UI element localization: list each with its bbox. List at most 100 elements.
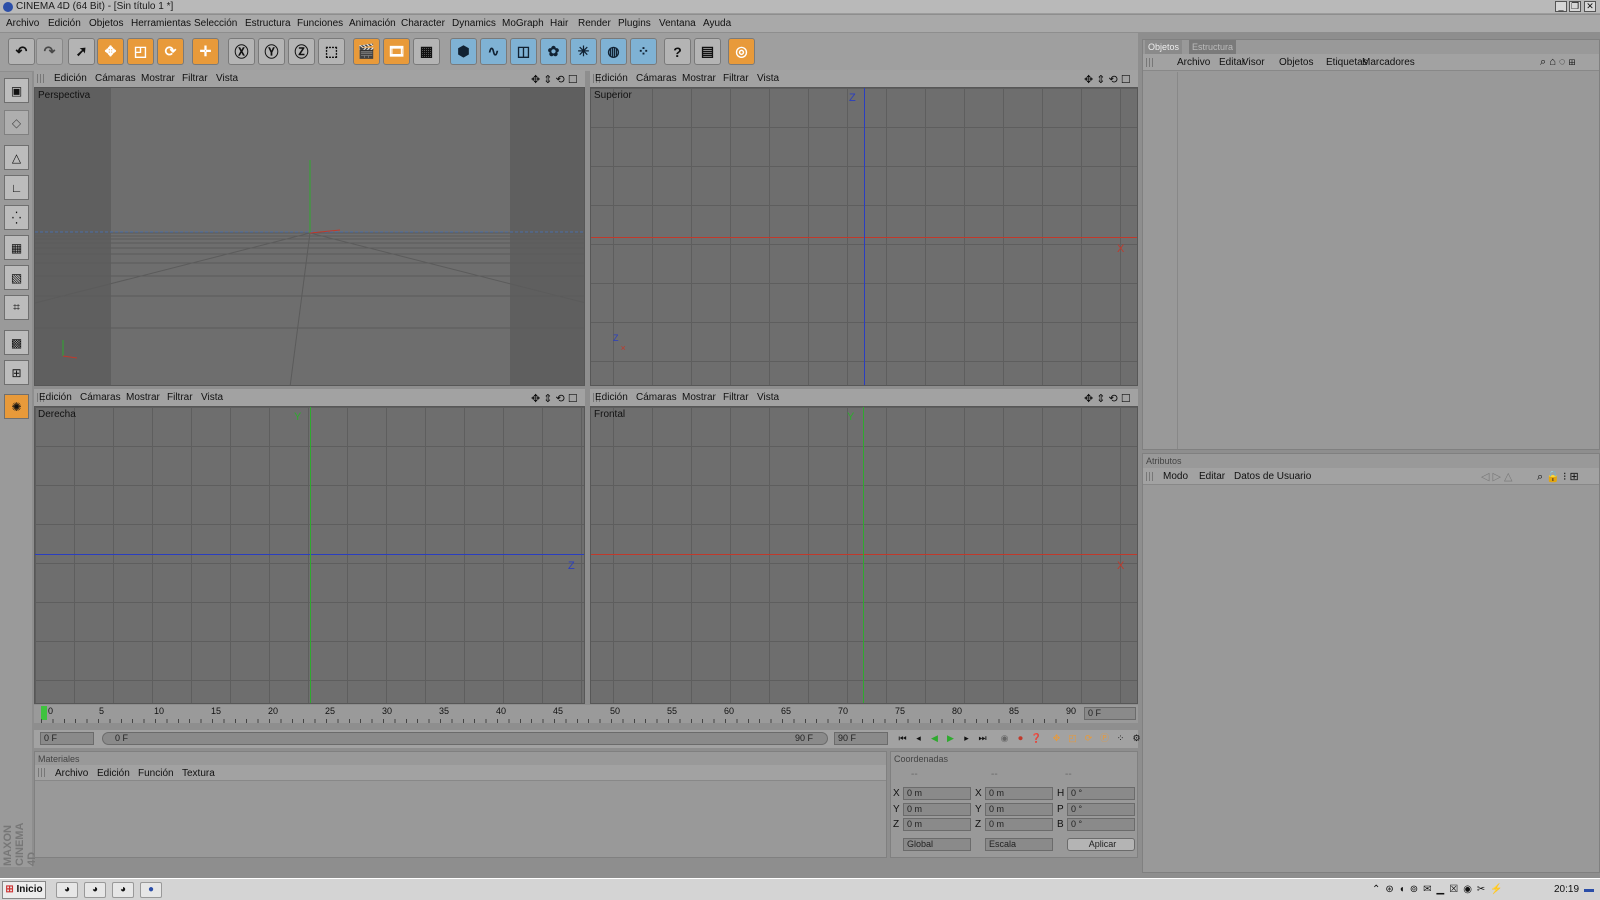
end-frame-field[interactable]: 90 F: [834, 732, 888, 745]
render-picture-viewer-icon[interactable]: 🎞: [383, 38, 410, 65]
scale-icon[interactable]: ◰: [127, 38, 154, 65]
help-icon[interactable]: ?: [664, 38, 691, 65]
obj-menu-marcadores[interactable]: Marcadores: [1362, 57, 1415, 68]
autokey-icon[interactable]: ❓: [1030, 732, 1043, 745]
viewport-front[interactable]: X Y Frontal: [590, 406, 1138, 704]
object-mode-icon[interactable]: △: [4, 145, 29, 170]
workplane-icon[interactable]: ▩: [4, 330, 29, 355]
menu-seleccion[interactable]: Selección: [194, 18, 237, 29]
attr-menu-datos-usuario[interactable]: Datos de Usuario: [1234, 471, 1311, 482]
viewport-perspective[interactable]: Perspectiva: [34, 87, 585, 386]
minimize-icon[interactable]: _: [1555, 1, 1567, 12]
tab-estructura[interactable]: Estructura: [1189, 40, 1237, 54]
key-points-icon[interactable]: ⁘: [1114, 732, 1127, 745]
vp-menu-edicion[interactable]: Edición: [595, 73, 628, 84]
snap-settings-icon[interactable]: ▤: [694, 38, 721, 65]
enable-snap-icon[interactable]: ⊞: [4, 360, 29, 385]
record-position-icon[interactable]: ◉: [998, 732, 1011, 745]
particles-icon[interactable]: ⁘: [630, 38, 657, 65]
vp-menu-vista[interactable]: Vista: [757, 73, 779, 84]
vp-menu-edicion[interactable]: Edición: [39, 392, 72, 403]
vp-menu-mostrar[interactable]: Mostrar: [141, 73, 175, 84]
vp-menu-vista[interactable]: Vista: [216, 73, 238, 84]
menu-funciones[interactable]: Funciones: [297, 18, 343, 29]
vp-menu-camaras[interactable]: Cámaras: [80, 392, 121, 403]
viewport-nav-icons[interactable]: ✥ ⇕ ⟲ ☐: [531, 73, 578, 86]
vp-menu-camaras[interactable]: Cámaras: [636, 73, 677, 84]
menu-archivo[interactable]: Archivo: [6, 18, 39, 29]
vp-menu-camaras[interactable]: Cámaras: [95, 73, 136, 84]
recent-tool-icon[interactable]: ✛: [192, 38, 219, 65]
rot-p-field[interactable]: 0 °: [1067, 803, 1135, 816]
redo-icon[interactable]: ↷: [36, 38, 63, 65]
timeline-ruler[interactable]: 0 5 10 15 20 25 30 35 40 45 50 55 60 65 …: [34, 705, 1138, 723]
pos-z-field[interactable]: 0 m: [903, 818, 971, 831]
range-slider[interactable]: 0 F 90 F: [102, 732, 828, 745]
apply-button[interactable]: Aplicar: [1067, 838, 1135, 851]
spline-icon[interactable]: ∿: [480, 38, 507, 65]
menu-ventana[interactable]: Ventana: [659, 18, 696, 29]
deformer-icon[interactable]: ✳: [570, 38, 597, 65]
coord-system-select[interactable]: Global: [903, 838, 971, 851]
tab-objetos[interactable]: Objetos: [1145, 40, 1183, 54]
menu-mograph[interactable]: MoGraph: [502, 18, 544, 29]
key-position-icon[interactable]: ✥: [1050, 732, 1063, 745]
viewport-nav-icons[interactable]: ✥ ⇕ ⟲ ☐: [531, 392, 578, 405]
key-scale-icon[interactable]: ◰: [1066, 732, 1079, 745]
cube-icon[interactable]: ⬢: [450, 38, 477, 65]
vp-menu-mostrar[interactable]: Mostrar: [682, 73, 716, 84]
go-to-start-icon[interactable]: ⏮: [896, 732, 909, 745]
vp-menu-filtrar[interactable]: Filtrar: [167, 392, 193, 403]
live-select-icon[interactable]: ➚: [68, 38, 95, 65]
obj-menu-archivo[interactable]: Archivo: [1177, 57, 1210, 68]
axis-y-lock-icon[interactable]: Ⓨ: [258, 38, 285, 65]
menu-herramientas[interactable]: Herramientas: [131, 18, 191, 29]
coordinate-system-icon[interactable]: ⬚: [318, 38, 345, 65]
axis-z-lock-icon[interactable]: Ⓩ: [288, 38, 315, 65]
size-z-field[interactable]: 0 m: [985, 818, 1053, 831]
vp-menu-vista[interactable]: Vista: [201, 392, 223, 403]
previous-key-icon[interactable]: ◂: [912, 732, 925, 745]
mat-menu-funcion[interactable]: Función: [138, 768, 174, 779]
menu-character[interactable]: Character: [401, 18, 445, 29]
size-y-field[interactable]: 0 m: [985, 803, 1053, 816]
start-button[interactable]: ⊞ Inicio: [2, 881, 46, 899]
play-forward-icon[interactable]: ▶: [944, 732, 957, 745]
pos-x-field[interactable]: 0 m: [903, 787, 971, 800]
mat-menu-edicion[interactable]: Edición: [97, 768, 130, 779]
show-desktop-icon[interactable]: ▬: [1584, 884, 1594, 895]
globe-icon[interactable]: ◎: [728, 38, 755, 65]
menu-animacion[interactable]: Animación: [349, 18, 396, 29]
render-settings-icon[interactable]: ▦: [413, 38, 440, 65]
tweak-mode-icon[interactable]: ⌗: [4, 295, 29, 320]
play-backward-icon[interactable]: ◀: [928, 732, 941, 745]
edges-mode-icon[interactable]: ▦: [4, 235, 29, 260]
sculpt-icon[interactable]: ✺: [4, 394, 29, 419]
menu-dynamics[interactable]: Dynamics: [452, 18, 496, 29]
menu-objetos[interactable]: Objetos: [89, 18, 123, 29]
menu-plugins[interactable]: Plugins: [618, 18, 651, 29]
start-frame-field[interactable]: 0 F: [40, 732, 94, 745]
menu-estructura[interactable]: Estructura: [245, 18, 291, 29]
nurbs-icon[interactable]: ◫: [510, 38, 537, 65]
close-icon[interactable]: ✕: [1584, 1, 1596, 12]
chrome-icon[interactable]: ◕: [84, 882, 106, 898]
attr-menu-editar[interactable]: Editar: [1199, 471, 1225, 482]
size-mode-select[interactable]: Escala: [985, 838, 1053, 851]
vp-menu-mostrar[interactable]: Mostrar: [126, 392, 160, 403]
timeline-playhead[interactable]: [41, 706, 47, 720]
menu-edicion[interactable]: Edición: [48, 18, 81, 29]
array-icon[interactable]: ✿: [540, 38, 567, 65]
undo-icon[interactable]: ↶: [8, 38, 35, 65]
search-icon[interactable]: ⌕ ⌂ ◌ ⊞: [1540, 56, 1576, 69]
viewport-nav-icons[interactable]: ✥ ⇕ ⟲ ☐: [1084, 392, 1131, 405]
axis-mode-icon[interactable]: ∟: [4, 175, 29, 200]
viewport-nav-icons[interactable]: ✥ ⇕ ⟲ ☐: [1084, 73, 1131, 86]
obj-menu-visor-label[interactable]: Visor: [1242, 57, 1265, 68]
rot-b-field[interactable]: 0 °: [1067, 818, 1135, 831]
mat-menu-textura[interactable]: Textura: [182, 768, 215, 779]
system-tray-icons[interactable]: ⌃⊛◖⊚✉▁☒◉✂⚡: [1372, 884, 1508, 895]
vp-menu-filtrar[interactable]: Filtrar: [723, 73, 749, 84]
vp-menu-edicion[interactable]: Edición: [595, 392, 628, 403]
rot-h-field[interactable]: 0 °: [1067, 787, 1135, 800]
